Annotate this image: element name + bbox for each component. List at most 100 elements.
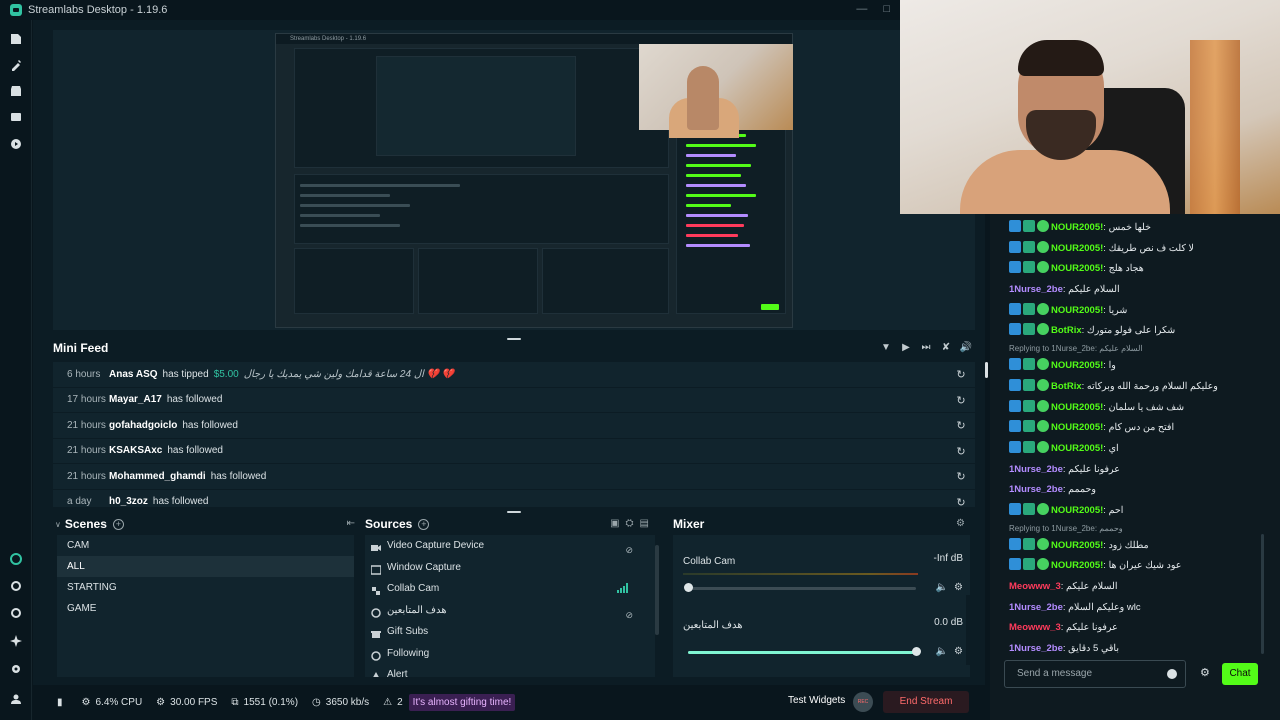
performance-stat[interactable]: ▮ — [57, 697, 68, 708]
gear-icon[interactable]: ⚙ — [954, 582, 963, 593]
notifications[interactable]: ⚠ 2 — [383, 697, 403, 708]
panel-resize-handle[interactable] — [985, 362, 988, 378]
minifeed-list: 6 hours Anas ASQ has tipped $5.00 ال 24 … — [53, 362, 975, 507]
feed-row: 17 hours Mayar_A17 has followed ↻ — [53, 387, 975, 413]
feed-action: has followed — [210, 470, 267, 482]
replay-icon[interactable]: ↻ — [955, 420, 967, 432]
replay-icon[interactable]: ↻ — [955, 471, 967, 483]
fps-stat: ⚙ 30.00 FPS — [156, 697, 217, 708]
resize-handle[interactable] — [507, 511, 521, 513]
layout-icon[interactable] — [9, 579, 22, 592]
chat-username[interactable]: NOUR2005! — [1051, 243, 1103, 254]
mute-alerts-icon[interactable]: ✘ — [941, 341, 951, 353]
chat-username[interactable]: BotRix — [1051, 325, 1082, 336]
chat-send-button[interactable]: Chat — [1222, 663, 1258, 685]
mixer-channel: هدف المتابعين 0.0 dB 🔈 ⚙ — [683, 617, 963, 657]
settings-gear-icon[interactable] — [9, 662, 22, 675]
maximize-icon[interactable]: □ — [883, 3, 890, 15]
chat-username[interactable]: Meowww_3 — [1009, 581, 1061, 592]
scene-item[interactable]: ALL — [57, 556, 354, 577]
chat-username[interactable]: NOUR2005! — [1051, 422, 1103, 433]
scrollbar-thumb[interactable] — [655, 545, 659, 635]
play-icon[interactable]: ▶ — [901, 341, 911, 353]
stream-preview[interactable]: Streamlabs Desktop - 1.19.6 — [53, 30, 975, 330]
emoji-icon[interactable] — [1167, 669, 1177, 679]
scene-item[interactable]: CAM — [57, 535, 354, 556]
volume-slider[interactable] — [688, 647, 921, 656]
collapse-chevron-icon[interactable]: ∨ — [55, 520, 61, 529]
user-badge-icon — [1023, 302, 1035, 315]
user-profile-icon[interactable] — [9, 692, 22, 705]
chat-username[interactable]: 1Nurse_2be — [1009, 484, 1063, 495]
replay-icon[interactable]: ↻ — [955, 497, 967, 508]
play-circle-icon[interactable] — [9, 137, 22, 150]
volume-icon[interactable]: 🔈 — [936, 646, 948, 657]
store-icon[interactable] — [9, 84, 22, 97]
slider-knob[interactable] — [912, 647, 921, 656]
chat-input[interactable]: Send a message — [1004, 660, 1186, 688]
notification-banner[interactable]: It's almost gifting time! — [408, 693, 516, 711]
themes-icon[interactable] — [9, 58, 22, 71]
chat-username[interactable]: NOUR2005! — [1051, 305, 1103, 316]
filter-icon[interactable]: ▼ — [881, 341, 891, 353]
chat-username[interactable]: NOUR2005! — [1051, 443, 1103, 454]
chat-username[interactable]: 1Nurse_2be — [1009, 284, 1063, 295]
chat-message: NOUR2005!: افتح من دس كام — [990, 418, 1280, 439]
source-item[interactable]: Gift Subs — [365, 621, 659, 643]
add-source-button[interactable]: + — [418, 518, 430, 530]
chat-username[interactable]: NOUR2005! — [1051, 360, 1103, 371]
replay-icon[interactable]: ↻ — [955, 395, 967, 407]
chat-username[interactable]: NOUR2005! — [1051, 263, 1103, 274]
chat-username[interactable]: NOUR2005! — [1051, 505, 1103, 516]
mixer-settings-icon[interactable]: ⚙ — [956, 518, 965, 529]
source-item[interactable]: Collab Cam — [365, 578, 659, 600]
chat-username[interactable]: 1Nurse_2be — [1009, 464, 1063, 475]
chat-username[interactable]: NOUR2005! — [1051, 560, 1103, 571]
replay-icon[interactable]: ↻ — [955, 446, 967, 458]
chat-settings-icon[interactable]: ⚙ — [1200, 666, 1210, 679]
chat-text: مطلك زود — [1108, 539, 1149, 551]
volume-slider[interactable] — [684, 583, 916, 592]
slider-knob[interactable] — [684, 583, 693, 592]
group-icon[interactable]: ▣ — [610, 518, 625, 529]
chat-username[interactable]: Meowww_3 — [1009, 622, 1061, 633]
minimize-icon[interactable]: — — [856, 3, 867, 15]
chat-username[interactable]: BotRix — [1051, 381, 1082, 392]
source-item[interactable]: هدف المتابعين ⊘ — [365, 600, 659, 622]
sparkle-icon[interactable] — [9, 634, 22, 647]
scene-item[interactable]: GAME — [57, 598, 354, 619]
chat-username[interactable]: NOUR2005! — [1051, 222, 1103, 233]
chat-username[interactable]: NOUR2005! — [1051, 402, 1103, 413]
chat-message: BotRix: شكرا على فولو متورك — [990, 321, 1280, 342]
skip-icon[interactable]: ⏭ — [921, 341, 931, 353]
source-item[interactable]: Following — [365, 643, 659, 665]
record-button[interactable]: REC — [853, 692, 873, 712]
chat-text: شكرا على فولو متورك — [1086, 325, 1176, 337]
test-widgets-button[interactable]: Test Widgets — [788, 695, 845, 706]
chat-text: وعليكم السلام ورحمة الله وبركاته — [1086, 380, 1218, 392]
chat-username[interactable]: 1Nurse_2be — [1009, 643, 1063, 654]
mixer-scrollbar[interactable] — [966, 595, 970, 665]
lock-icon[interactable]: ⛭ — [626, 518, 640, 529]
chat-username[interactable]: NOUR2005! — [1051, 540, 1103, 551]
dashboard-icon[interactable] — [9, 110, 22, 123]
chat-username[interactable]: 1Nurse_2be — [1009, 602, 1063, 613]
end-stream-button[interactable]: End Stream — [883, 691, 969, 713]
gear-icon[interactable]: ⚙ — [954, 646, 963, 657]
sources-scrollbar[interactable] — [655, 535, 659, 677]
apps-icon[interactable] — [9, 606, 22, 619]
volume-icon[interactable]: 🔊 — [960, 341, 972, 353]
add-scene-button[interactable]: + — [112, 518, 124, 530]
editor-icon[interactable] — [9, 32, 22, 45]
source-item[interactable]: Video Capture Device ⊘ — [365, 535, 659, 557]
scene-item[interactable]: STARTING — [57, 577, 354, 598]
user-badge-icon — [1023, 537, 1035, 550]
chat-scrollbar[interactable] — [1261, 534, 1264, 654]
source-item[interactable]: Window Capture — [365, 557, 659, 579]
scene-transition-icon[interactable]: ⇤ — [347, 518, 355, 529]
replay-icon[interactable]: ↻ — [955, 369, 967, 381]
volume-icon[interactable]: 🔈 — [936, 582, 948, 593]
studio-mode-icon[interactable] — [9, 552, 22, 565]
folder-icon[interactable]: ▤ — [640, 518, 655, 529]
source-item[interactable]: Alert — [365, 664, 659, 677]
